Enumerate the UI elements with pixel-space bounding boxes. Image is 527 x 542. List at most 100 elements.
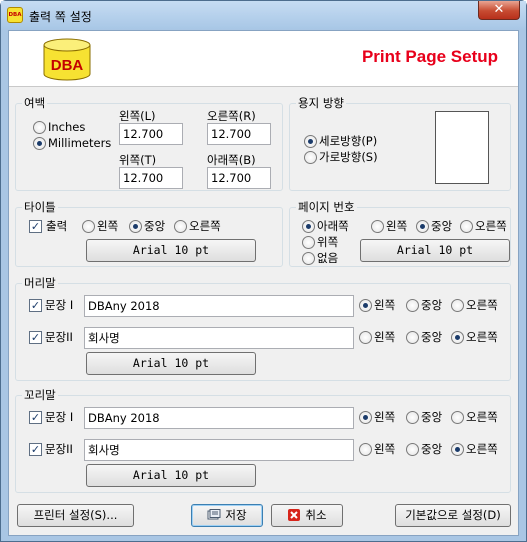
header-line1-center-label[interactable]: 중앙	[421, 298, 442, 312]
pagenum-top-radio[interactable]	[302, 236, 315, 249]
banner: DBA Print Page Setup	[9, 31, 518, 87]
unit-millimeters-label[interactable]: Millimeters	[48, 136, 111, 150]
footer-line2-checkbox[interactable]: ✓	[29, 443, 42, 456]
footer-line2-center-label[interactable]: 중앙	[421, 442, 442, 456]
header-line2-center-label[interactable]: 중앙	[421, 330, 442, 344]
footer-group: 꼬리말 ✓ 문장 I DBAny 2018 왼쪽 중앙 오른쪽 ✓ 문장II 회…	[15, 388, 511, 493]
header-line2-checkbox[interactable]: ✓	[29, 331, 42, 344]
pagenum-bottom-label[interactable]: 아래쪽	[317, 219, 349, 233]
cancel-button-label: 취소	[305, 508, 327, 522]
banner-title: Print Page Setup	[361, 47, 498, 66]
header-line1-center-radio[interactable]	[406, 299, 419, 312]
portrait-label[interactable]: 세로방향(P)	[319, 134, 377, 148]
header-line1-field[interactable]: DBAny 2018	[84, 295, 354, 317]
page-preview	[435, 111, 489, 184]
logo-text: DBA	[51, 57, 84, 74]
save-icon	[207, 509, 221, 520]
title-print-label[interactable]: 출력	[46, 219, 67, 233]
window-title: 출력 쪽 설정	[29, 10, 92, 24]
header-line2-label[interactable]: 문장II	[45, 330, 73, 344]
margin-right-field[interactable]: 12.700	[207, 123, 271, 145]
footer-line1-label[interactable]: 문장 I	[45, 410, 73, 424]
header-line1-label[interactable]: 문장 I	[45, 298, 73, 312]
footer-line1-right-label[interactable]: 오른쪽	[466, 410, 498, 424]
footer-font-button[interactable]: Arial 10 pt	[86, 464, 256, 487]
dialog-window: DBA 출력 쪽 설정 ✕ DBA Print Page Setup 여백 In…	[0, 0, 527, 542]
footer-line2-right-label[interactable]: 오른쪽	[466, 442, 498, 456]
footer-line2-right-radio[interactable]	[451, 443, 464, 456]
dialog-client: DBA Print Page Setup 여백 Inches Millimete…	[8, 30, 519, 536]
header-line1-right-radio[interactable]	[451, 299, 464, 312]
landscape-radio[interactable]	[304, 151, 317, 164]
footer-line1-right-radio[interactable]	[451, 411, 464, 424]
header-font-button[interactable]: Arial 10 pt	[86, 352, 256, 375]
footer-line1-left-radio[interactable]	[359, 411, 372, 424]
footer-line1-left-label[interactable]: 왼쪽	[374, 410, 395, 424]
title-bar[interactable]: DBA 출력 쪽 설정 ✕	[1, 1, 526, 29]
portrait-radio[interactable]	[304, 135, 317, 148]
printer-setup-button[interactable]: 프린터 설정(S)...	[17, 504, 134, 527]
title-align-center-radio[interactable]	[129, 220, 142, 233]
pagenum-align-right-label[interactable]: 오른쪽	[475, 219, 507, 233]
footer-line2-field[interactable]: 회사명	[84, 439, 354, 461]
title-font-button[interactable]: Arial 10 pt	[86, 239, 256, 262]
header-line2-center-radio[interactable]	[406, 331, 419, 344]
header-line1-checkbox[interactable]: ✓	[29, 299, 42, 312]
pagenum-align-center-label[interactable]: 중앙	[431, 219, 452, 233]
title-align-right-label[interactable]: 오른쪽	[189, 219, 221, 233]
margins-label: 여백	[22, 96, 48, 110]
pagenum-none-label[interactable]: 없음	[317, 251, 338, 265]
pagenum-bottom-radio[interactable]	[302, 220, 315, 233]
margin-top-label: 위쪽(T)	[119, 153, 157, 167]
cancel-icon	[288, 509, 301, 521]
header-line2-right-label[interactable]: 오른쪽	[466, 330, 498, 344]
title-align-left-label[interactable]: 왼쪽	[97, 219, 118, 233]
pagenum-font-button[interactable]: Arial 10 pt	[360, 239, 510, 262]
margin-top-field[interactable]: 12.700	[119, 167, 183, 189]
pagenum-top-label[interactable]: 위쪽	[317, 235, 338, 249]
footer-line2-label[interactable]: 문장II	[45, 442, 73, 456]
close-button[interactable]: ✕	[478, 1, 520, 20]
orientation-group: 용지 방향 세로방향(P) 가로방향(S)	[289, 96, 511, 191]
pagenum-align-left-radio[interactable]	[371, 220, 384, 233]
dba-logo-icon: DBA	[43, 38, 91, 81]
save-button[interactable]: 저장	[191, 504, 263, 527]
header-line2-field[interactable]: 회사명	[84, 327, 354, 349]
pagenum-align-right-radio[interactable]	[460, 220, 473, 233]
footer-line2-left-label[interactable]: 왼쪽	[374, 442, 395, 456]
margins-group: 여백 Inches Millimeters 왼쪽(L) 12.700 오른쪽(R…	[15, 96, 283, 191]
header-line1-left-label[interactable]: 왼쪽	[374, 298, 395, 312]
footer-line1-center-radio[interactable]	[406, 411, 419, 424]
title-align-right-radio[interactable]	[174, 220, 187, 233]
margin-right-label: 오른쪽(R)	[207, 109, 256, 123]
landscape-label[interactable]: 가로방향(S)	[319, 150, 378, 164]
unit-inches-radio[interactable]	[33, 121, 46, 134]
footer-line1-checkbox[interactable]: ✓	[29, 411, 42, 424]
footer-line2-center-radio[interactable]	[406, 443, 419, 456]
header-line2-left-radio[interactable]	[359, 331, 372, 344]
header-line1-right-label[interactable]: 오른쪽	[466, 298, 498, 312]
page-number-group: 페이지 번호 아래쪽 위쪽 없음 왼쪽 중앙 오른쪽 Arial 10 pt	[289, 200, 511, 267]
title-align-center-label[interactable]: 중앙	[144, 219, 165, 233]
header-line2-left-label[interactable]: 왼쪽	[374, 330, 395, 344]
save-button-label: 저장	[225, 508, 247, 522]
default-button[interactable]: 기본값으로 설정(D)	[395, 504, 511, 527]
app-icon: DBA	[7, 7, 23, 23]
title-align-left-radio[interactable]	[82, 220, 95, 233]
cancel-button[interactable]: 취소	[271, 504, 343, 527]
unit-millimeters-radio[interactable]	[33, 137, 46, 150]
header-line1-left-radio[interactable]	[359, 299, 372, 312]
footer-line1-field[interactable]: DBAny 2018	[84, 407, 354, 429]
header-group: 머리말 ✓ 문장 I DBAny 2018 왼쪽 중앙 오른쪽 ✓ 문장II 회…	[15, 276, 511, 381]
margin-left-field[interactable]: 12.700	[119, 123, 183, 145]
pagenum-align-center-radio[interactable]	[416, 220, 429, 233]
header-line2-right-radio[interactable]	[451, 331, 464, 344]
unit-inches-label[interactable]: Inches	[48, 120, 85, 134]
pagenum-align-left-label[interactable]: 왼쪽	[386, 219, 407, 233]
footer-line1-center-label[interactable]: 중앙	[421, 410, 442, 424]
pagenum-none-radio[interactable]	[302, 252, 315, 265]
margin-bottom-field[interactable]: 12.700	[207, 167, 271, 189]
title-print-checkbox[interactable]: ✓	[29, 220, 42, 233]
title-label: 타이틀	[22, 200, 58, 214]
footer-line2-left-radio[interactable]	[359, 443, 372, 456]
